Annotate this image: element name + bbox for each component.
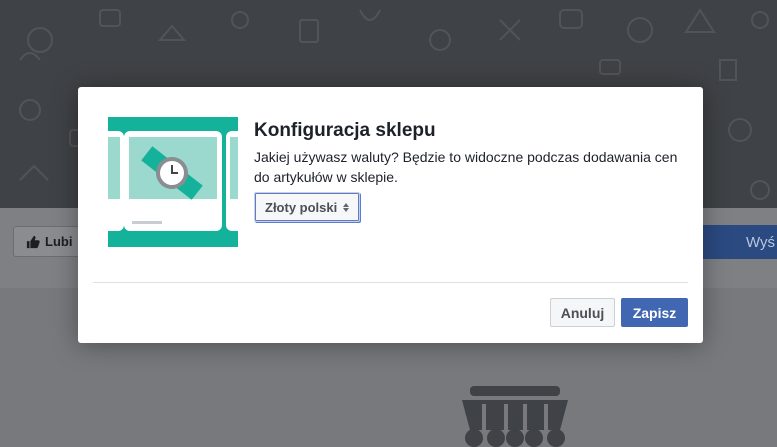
thumbs-up-icon	[26, 235, 40, 248]
caret-updown-icon	[343, 202, 350, 212]
currency-selected-value: Złoty polski	[265, 199, 338, 215]
shop-illustration	[108, 117, 238, 247]
save-button[interactable]: Zapisz	[621, 298, 688, 327]
send-label: Wyś	[746, 233, 776, 251]
dialog-title: Konfiguracja sklepu	[254, 120, 436, 141]
dialog-content: Konfiguracja sklepu Jakiej używasz walut…	[254, 120, 694, 187]
cancel-button[interactable]: Anuluj	[550, 298, 615, 327]
send-message-button[interactable]: Wyś	[700, 225, 777, 259]
dialog-description: Jakiej używasz waluty? Będzie to widoczn…	[254, 149, 678, 185]
currency-select[interactable]: Złoty polski	[254, 192, 361, 222]
shop-awning-icon	[462, 386, 568, 447]
watch-icon	[108, 131, 238, 231]
like-label: Lubi	[45, 234, 73, 249]
dialog-divider	[93, 282, 688, 283]
shop-setup-dialog: Konfiguracja sklepu Jakiej używasz walut…	[78, 87, 703, 343]
